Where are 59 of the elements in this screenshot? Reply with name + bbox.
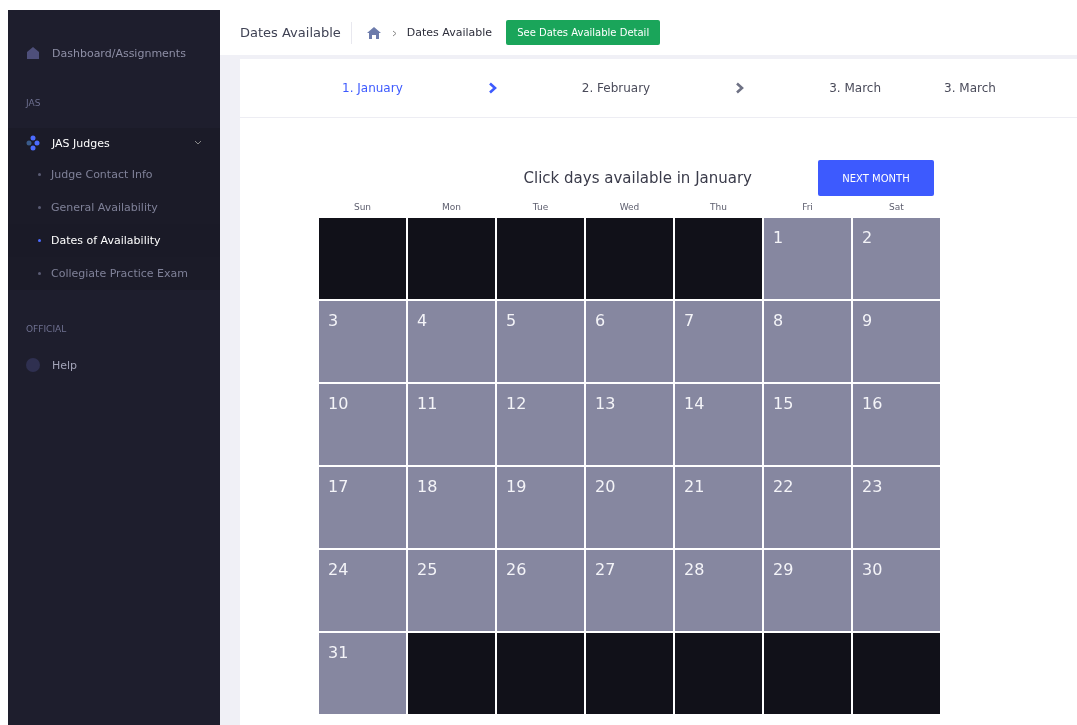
home-icon (26, 46, 40, 60)
day-cell[interactable]: 7 (675, 301, 762, 382)
calendar-title: Click days available in January (523, 169, 752, 187)
day-cell[interactable]: 23 (853, 467, 940, 548)
day-cell[interactable]: 11 (408, 384, 495, 465)
day-cell[interactable]: 15 (764, 384, 851, 465)
day-cell[interactable]: 21 (675, 467, 762, 548)
day-cell[interactable]: 1 (764, 218, 851, 299)
day-cell[interactable]: 20 (586, 467, 673, 548)
day-cell[interactable]: 14 (675, 384, 762, 465)
day-cell[interactable]: 2 (853, 218, 940, 299)
weekday-label: Mon (441, 201, 462, 214)
day-cell[interactable]: 25 (408, 550, 495, 631)
weekday-label: Sun (352, 201, 373, 214)
day-cell[interactable]: 9 (853, 301, 940, 382)
sidebar-item[interactable]: General Availability (8, 191, 220, 224)
day-cell[interactable]: 10 (319, 384, 406, 465)
sidebar-item[interactable]: Judge Contact Info (8, 158, 220, 191)
day-cell[interactable]: 18 (408, 467, 495, 548)
day-cell[interactable]: 22 (764, 467, 851, 548)
day-cell[interactable]: 16 (853, 384, 940, 465)
weekday-label: Thu (709, 201, 728, 214)
day-cell[interactable]: 27 (586, 550, 673, 631)
breadcrumb-link[interactable]: Dates Available (406, 26, 493, 39)
day-cell[interactable]: 12 (497, 384, 584, 465)
next-month-button[interactable]: NEXT MONTH (818, 160, 934, 196)
step-tab[interactable]: 3. March (944, 81, 996, 95)
day-cell[interactable]: 28 (675, 550, 762, 631)
day-cell[interactable]: 4 (408, 301, 495, 382)
day-cell[interactable]: 26 (497, 550, 584, 631)
day-cell[interactable]: 8 (764, 301, 851, 382)
day-cell[interactable]: 17 (319, 467, 406, 548)
weekday-label: Wed (618, 201, 641, 214)
page-title: Dates Available (240, 25, 341, 40)
step-tab[interactable]: 1. January (342, 81, 403, 95)
day-cell[interactable]: 3 (319, 301, 406, 382)
day-cell[interactable]: 13 (586, 384, 673, 465)
detail-button[interactable]: See Dates Available Detail (506, 20, 661, 45)
day-cell[interactable]: 19 (497, 467, 584, 548)
step-tab[interactable]: 2. February (581, 81, 651, 95)
day-cell[interactable]: 31 (319, 633, 406, 714)
section-heading: OFFICIAL (25, 324, 68, 336)
step-tab[interactable]: 3. March (829, 81, 882, 95)
sidebar-group[interactable]: JAS Judges (8, 128, 220, 158)
day-cell[interactable]: 24 (319, 550, 406, 631)
sidebar-item[interactable]: Help (8, 340, 220, 390)
section-heading: JAS (24, 98, 42, 110)
day-cell[interactable]: 29 (764, 550, 851, 631)
weekday-label: Sat (888, 201, 905, 214)
sidebar-item[interactable]: Collegiate Practice Exam (8, 257, 220, 290)
home-icon[interactable] (365, 25, 382, 40)
sidebar-item[interactable]: Dashboard/Assignments (8, 10, 220, 64)
weekday-label: Tue (531, 201, 550, 214)
day-cell[interactable]: 30 (853, 550, 940, 631)
dots-icon (26, 135, 40, 151)
day-cell[interactable]: 5 (497, 301, 584, 382)
chevron-icon (194, 140, 202, 146)
day-cell[interactable]: 6 (586, 301, 673, 382)
weekday-label: Fri (801, 201, 814, 214)
